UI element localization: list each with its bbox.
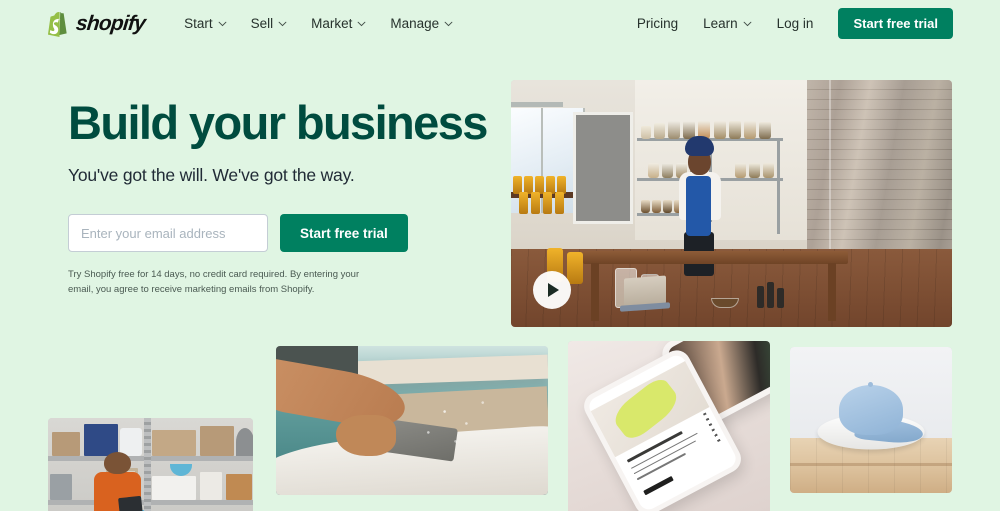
gallery-card-surfboard[interactable] [276, 346, 548, 495]
header-start-free-trial-button[interactable]: Start free trial [838, 8, 953, 39]
gallery-card-stockroom[interactable] [48, 418, 253, 511]
email-input[interactable] [68, 214, 268, 253]
hero-content: Build your business You've got the will.… [68, 96, 488, 298]
nav-label: Sell [250, 16, 274, 31]
phones-illustration [568, 341, 770, 511]
play-button[interactable] [533, 271, 571, 309]
surfboard-illustration [276, 346, 548, 495]
person-in-workshop [671, 128, 731, 276]
workshop-illustration [511, 80, 952, 327]
chevron-down-icon [743, 21, 752, 27]
gallery-card-cap[interactable] [790, 347, 952, 493]
nav-item-login[interactable]: Log in [777, 16, 814, 31]
nav-label: Learn [703, 16, 738, 31]
signup-fineprint: Try Shopify free for 14 days, no credit … [68, 269, 360, 296]
hero-subtitle: You've got the will. We've got the way. [68, 165, 355, 186]
chevron-down-icon [218, 21, 227, 27]
hero-video-card[interactable] [511, 80, 952, 327]
nav-label: Manage [390, 16, 440, 31]
nav-item-manage[interactable]: Manage [390, 16, 453, 31]
cap-illustration [790, 347, 952, 493]
shopify-bag-icon [46, 10, 70, 37]
nav-label: Market [311, 16, 353, 31]
shopify-logo[interactable]: shopify [46, 10, 147, 37]
nav-label: Pricing [636, 16, 679, 31]
play-icon [548, 283, 559, 297]
shopify-homepage: shopify Start Sell Market Manage Pricing… [0, 0, 1000, 511]
hero-start-free-trial-button[interactable]: Start free trial [280, 214, 408, 253]
chevron-down-icon [444, 21, 453, 27]
stockroom-illustration [48, 418, 253, 511]
chevron-down-icon [357, 21, 366, 27]
secondary-nav: Pricing Learn Log in Start free trial [637, 8, 953, 39]
hero-title: Build your business [68, 96, 488, 149]
gallery-card-phones[interactable] [568, 341, 770, 511]
brand-name: shopify [74, 11, 147, 35]
chevron-down-icon [278, 21, 287, 27]
nav-item-sell[interactable]: Sell [251, 16, 288, 31]
nav-item-start[interactable]: Start [184, 16, 227, 31]
signup-form: Start free trial [68, 214, 468, 253]
nav-item-learn[interactable]: Learn [703, 16, 752, 31]
nav-item-market[interactable]: Market [311, 16, 366, 31]
nav-label: Start [184, 16, 213, 31]
nav-label: Log in [776, 16, 814, 31]
person-with-tablet [93, 451, 143, 511]
site-header: shopify Start Sell Market Manage Pricing… [0, 0, 1000, 47]
primary-nav: Start Sell Market Manage [184, 16, 453, 31]
nav-item-pricing[interactable]: Pricing [637, 16, 678, 31]
